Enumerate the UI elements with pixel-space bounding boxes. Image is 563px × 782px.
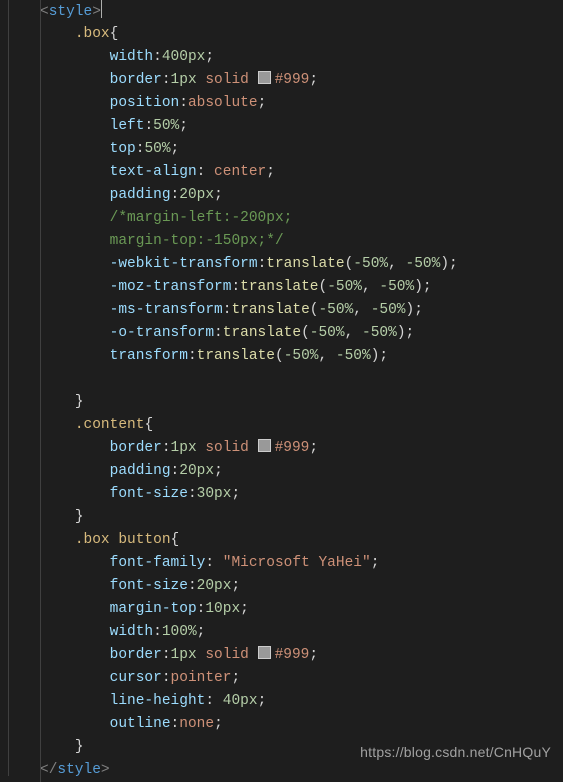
code-line[interactable]: border:1px solid #999; <box>40 69 563 92</box>
code-line[interactable]: cursor:pointer; <box>40 667 563 690</box>
code-line[interactable]: .box{ <box>40 23 563 46</box>
code-line[interactable]: -o-transform:translate(-50%, -50%); <box>40 322 563 345</box>
code-line[interactable]: .box button{ <box>40 529 563 552</box>
code-line[interactable]: padding:20px; <box>40 184 563 207</box>
code-line[interactable]: border:1px solid #999; <box>40 437 563 460</box>
code-line[interactable]: -webkit-transform:translate(-50%, -50%); <box>40 253 563 276</box>
code-line[interactable] <box>40 368 563 391</box>
code-line[interactable]: left:50%; <box>40 115 563 138</box>
code-line[interactable]: .content{ <box>40 414 563 437</box>
watermark: https://blog.csdn.net/CnHQuY <box>360 741 551 764</box>
code-line[interactable]: position:absolute; <box>40 92 563 115</box>
code-line[interactable]: /*margin-left:-200px; <box>40 207 563 230</box>
code-line[interactable]: width:400px; <box>40 46 563 69</box>
code-line[interactable]: transform:translate(-50%, -50%); <box>40 345 563 368</box>
code-line[interactable]: margin-top:-150px;*/ <box>40 230 563 253</box>
code-editor[interactable]: <style> .box{ width:400px; border:1px so… <box>0 0 563 782</box>
code-line[interactable]: line-height: 40px; <box>40 690 563 713</box>
code-line[interactable]: <style> <box>40 0 563 23</box>
code-line[interactable]: } <box>40 391 563 414</box>
code-line[interactable]: top:50%; <box>40 138 563 161</box>
code-line[interactable]: margin-top:10px; <box>40 598 563 621</box>
code-line[interactable]: } <box>40 506 563 529</box>
code-line[interactable]: border:1px solid #999; <box>40 644 563 667</box>
code-line[interactable]: width:100%; <box>40 621 563 644</box>
code-line[interactable]: -moz-transform:translate(-50%, -50%); <box>40 276 563 299</box>
code-line[interactable]: font-size:20px; <box>40 575 563 598</box>
code-line[interactable]: text-align: center; <box>40 161 563 184</box>
code-line[interactable]: padding:20px; <box>40 460 563 483</box>
code-line[interactable]: font-family: "Microsoft YaHei"; <box>40 552 563 575</box>
code-line[interactable]: font-size:30px; <box>40 483 563 506</box>
code-line[interactable]: -ms-transform:translate(-50%, -50%); <box>40 299 563 322</box>
indent-guide <box>40 0 41 782</box>
code-line[interactable]: outline:none; <box>40 713 563 736</box>
